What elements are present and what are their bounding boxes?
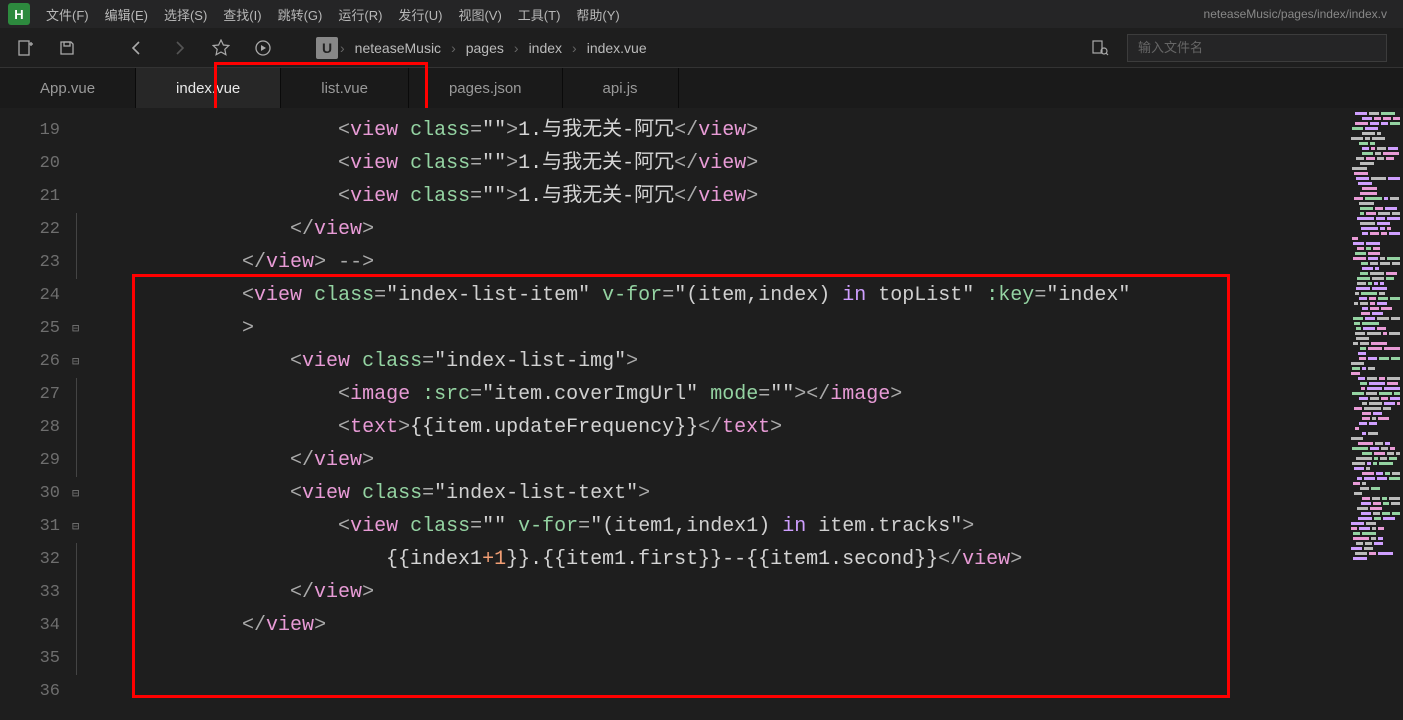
- breadcrumb: U › neteaseMusic › pages › index › index…: [316, 37, 655, 59]
- menu-find[interactable]: 查找(I): [215, 5, 269, 24]
- crumb-file[interactable]: index.vue: [579, 40, 655, 56]
- file-search-input[interactable]: [1127, 34, 1387, 62]
- app-logo: H: [8, 3, 30, 25]
- project-icon: U: [316, 37, 338, 59]
- code-area[interactable]: <view class="">1.与我无关-阿冗</view> <view cl…: [98, 108, 1348, 720]
- tab-list-vue[interactable]: list.vue: [281, 68, 409, 108]
- crumb-subfolder[interactable]: index: [521, 40, 570, 56]
- back-icon[interactable]: [120, 33, 154, 63]
- menu-view[interactable]: 视图(V): [450, 5, 509, 24]
- menu-run[interactable]: 运行(R): [330, 5, 390, 24]
- tab-index-vue[interactable]: index.vue: [136, 68, 281, 108]
- save-icon[interactable]: [50, 33, 84, 63]
- project-path: neteaseMusic/pages/index/index.v: [1204, 7, 1395, 21]
- search-file-icon[interactable]: [1083, 33, 1117, 63]
- tab-pages-json[interactable]: pages.json: [409, 68, 563, 108]
- tab-api-js[interactable]: api.js: [563, 68, 679, 108]
- tab-app-vue[interactable]: App.vue: [0, 68, 136, 108]
- menu-select[interactable]: 选择(S): [156, 5, 215, 24]
- play-icon[interactable]: [246, 33, 280, 63]
- menu-goto[interactable]: 跳转(G): [270, 5, 331, 24]
- tabbar: App.vue index.vue list.vue pages.json ap…: [0, 68, 1403, 108]
- line-number-gutter: 192021222324252627282930313233343536: [0, 108, 70, 720]
- crumb-folder[interactable]: pages: [458, 40, 512, 56]
- fold-column[interactable]: ⊟⊟⊟⊟: [70, 108, 98, 720]
- new-file-icon[interactable]: [8, 33, 42, 63]
- menu-file[interactable]: 文件(F): [38, 5, 97, 24]
- menu-edit[interactable]: 编辑(E): [97, 5, 156, 24]
- menubar: H 文件(F) 编辑(E) 选择(S) 查找(I) 跳转(G) 运行(R) 发行…: [0, 0, 1403, 28]
- menu-help[interactable]: 帮助(Y): [568, 5, 627, 24]
- menu-publish[interactable]: 发行(U): [390, 5, 450, 24]
- minimap[interactable]: [1348, 108, 1403, 720]
- menu-tools[interactable]: 工具(T): [510, 5, 569, 24]
- toolbar: U › neteaseMusic › pages › index › index…: [0, 28, 1403, 68]
- forward-icon[interactable]: [162, 33, 196, 63]
- editor[interactable]: 192021222324252627282930313233343536 ⊟⊟⊟…: [0, 108, 1403, 720]
- crumb-project[interactable]: neteaseMusic: [347, 40, 449, 56]
- star-icon[interactable]: [204, 33, 238, 63]
